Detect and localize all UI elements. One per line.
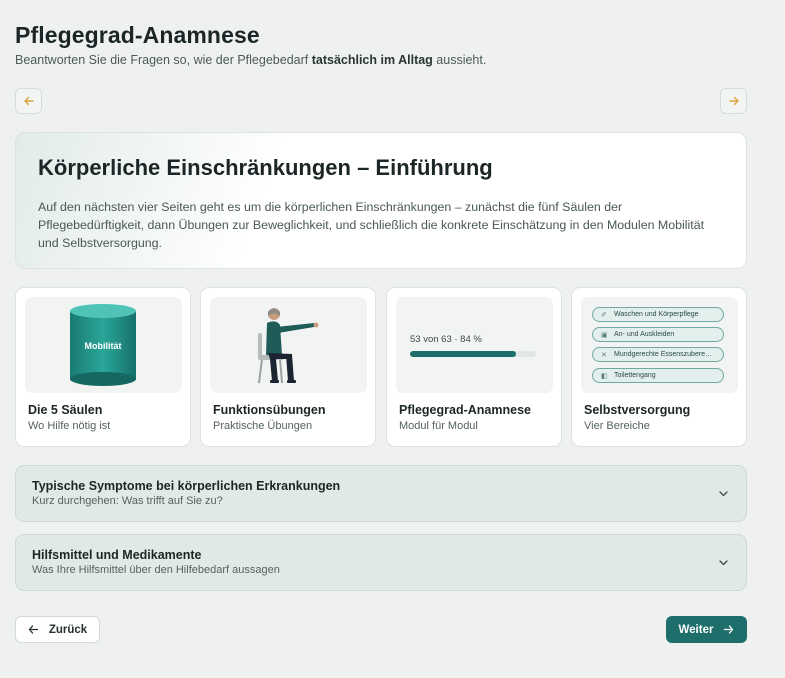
next-page-button[interactable] [720, 88, 747, 114]
intro-title: Körperliche Einschränkungen – Einführung [38, 155, 493, 180]
accordion-subtitle: Was Ihre Hilfsmittel über den Hilfebedar… [32, 564, 280, 576]
tile-media: 53 von 63 · 84 % [396, 297, 553, 393]
self-care-pill: ▣ An- und Auskleiden [592, 327, 724, 342]
cutlery-icon: ✕ [601, 351, 607, 359]
back-button-label: Zurück [48, 623, 88, 636]
tile-subtitle: Praktische Übungen [213, 420, 313, 432]
back-button[interactable]: Zurück [15, 616, 100, 643]
arrow-left-icon [28, 625, 38, 634]
arrow-right-icon [724, 625, 734, 634]
next-button[interactable]: Weiter [666, 616, 747, 643]
tile-subtitle: Wo Hilfe nötig ist [28, 420, 111, 432]
tile-title: Funktionsübungen [213, 403, 326, 417]
chevron-down-icon [719, 560, 728, 566]
progress-bar-fill [410, 351, 516, 357]
seated-exercise-person-icon [258, 308, 319, 384]
subtitle-emphasis: tatsächlich im Alltag [311, 53, 433, 67]
next-button-label: Weiter [678, 623, 714, 636]
tile-subtitle: Modul für Modul [399, 420, 478, 432]
tile-function-exercises[interactable]: Funktionsübungen Praktische Übungen [200, 287, 376, 447]
accordion-title: Hilfsmittel und Medikamente [32, 548, 202, 562]
toilet-icon: ◧ [601, 372, 608, 380]
tile-title: Die 5 Säulen [28, 403, 103, 417]
tile-title: Selbstversorgung [584, 403, 691, 417]
wash-icon: ✐ [601, 311, 607, 319]
page-subtitle: Beantworten Sie die Fragen so, wie der P… [15, 53, 487, 67]
self-care-pill: ✐ Waschen und Körperpflege [592, 307, 724, 322]
tile-media: Mobilität [25, 297, 182, 393]
accordion-symptoms[interactable]: Typische Symptome bei körperlichen Erkra… [15, 465, 747, 522]
previous-page-button[interactable] [15, 88, 42, 114]
progress-text: 53 von 63 · 84 % [410, 334, 482, 345]
tile-five-pillars[interactable]: Mobilität Die 5 Säulen Wo Hilfe nötig is… [15, 287, 191, 447]
accordion-aids-medication[interactable]: Hilfsmittel und Medikamente Was Ihre Hil… [15, 534, 747, 591]
tile-subtitle: Vier Bereiche [584, 420, 650, 432]
chevron-down-icon [719, 491, 728, 497]
self-care-pill: ✕ Mundgerechte Essenszubere… [592, 347, 724, 362]
intro-card: Körperliche Einschränkungen – Einführung… [15, 132, 747, 269]
arrow-left-icon [23, 96, 34, 106]
shirt-icon: ▣ [601, 331, 608, 339]
page-title: Pflegegrad-Anamnese [15, 22, 260, 48]
tile-self-care[interactable]: ✐ Waschen und Körperpflege ▣ An- und Auskl… [571, 287, 747, 447]
arrow-right-icon [728, 96, 739, 106]
tile-care-anamnesis[interactable]: 53 von 63 · 84 % Pflegegrad-Anamnese Mod… [386, 287, 562, 447]
tile-title: Pflegegrad-Anamnese [399, 403, 531, 417]
self-care-pill: ◧ Toilettengang [592, 368, 724, 383]
accordion-subtitle: Kurz durchgehen: Was trifft auf Sie zu? [32, 495, 223, 507]
tile-media [210, 297, 367, 393]
tile-media: ✐ Waschen und Körperpflege ▣ An- und Auskl… [581, 297, 738, 393]
pillar-label: Mobilität [84, 341, 122, 351]
intro-text: Auf den nächsten vier Seiten geht es um … [38, 200, 705, 250]
accordion-title: Typische Symptome bei körperlichen Erkra… [32, 479, 341, 493]
progress-bar [410, 351, 536, 357]
